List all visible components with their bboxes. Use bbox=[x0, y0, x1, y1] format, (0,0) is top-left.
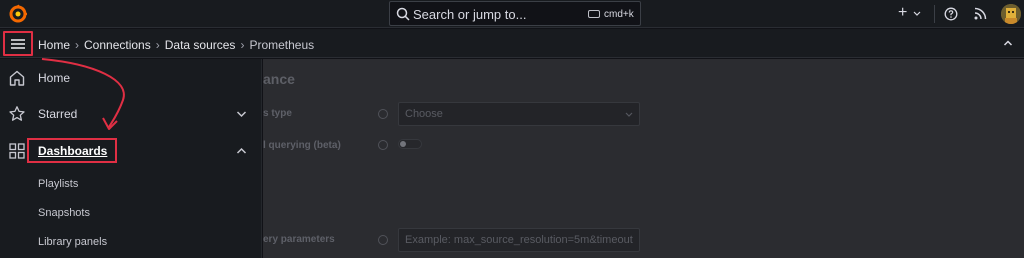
info-icon bbox=[378, 235, 388, 245]
field-label-type: s type bbox=[263, 108, 292, 119]
info-icon bbox=[378, 140, 388, 150]
chevron-down-icon[interactable] bbox=[236, 110, 247, 118]
sidebar-subitem-playlists[interactable]: Playlists bbox=[38, 178, 78, 190]
sidebar-item-home[interactable]: Home bbox=[0, 63, 262, 93]
chevron-down-icon[interactable] bbox=[913, 10, 921, 18]
plus-icon[interactable]: + bbox=[898, 4, 907, 32]
field-label-querying: l querying (beta) bbox=[263, 140, 341, 151]
apps-icon bbox=[9, 143, 25, 159]
sidebar-item-label: Home bbox=[38, 71, 71, 85]
field-label-query-params: ery parameters bbox=[263, 234, 335, 245]
breadcrumb-home[interactable]: Home bbox=[38, 38, 70, 52]
help-icon[interactable] bbox=[944, 7, 958, 21]
search-icon bbox=[396, 7, 410, 21]
chevron-up-icon[interactable] bbox=[236, 147, 247, 155]
section-title: ance bbox=[263, 71, 295, 87]
top-bar: Search or jump to... cmd+k + bbox=[0, 0, 1024, 28]
query-params-placeholder: Example: max_source_resolution=5m&timeou… bbox=[405, 234, 633, 246]
querying-toggle[interactable] bbox=[398, 139, 422, 149]
type-select[interactable]: Choose bbox=[398, 102, 640, 126]
sidebar-item-starred[interactable]: Starred bbox=[0, 99, 262, 129]
type-select-value: Choose bbox=[405, 108, 443, 120]
breadcrumb-separator: › bbox=[155, 37, 160, 52]
sidebar-item-label: Starred bbox=[38, 107, 78, 121]
breadcrumb-separator: › bbox=[75, 37, 80, 52]
breadcrumb-separator: › bbox=[240, 37, 245, 52]
toggle-knob bbox=[400, 141, 406, 147]
breadcrumb-data-sources[interactable]: Data sources bbox=[165, 38, 236, 52]
dashboards-highlight-box bbox=[27, 138, 117, 163]
search-shortcut: cmd+k bbox=[604, 9, 634, 20]
sidebar-subitem-snapshots[interactable]: Snapshots bbox=[38, 207, 90, 219]
star-icon bbox=[9, 106, 25, 121]
rss-icon[interactable] bbox=[974, 7, 987, 20]
keyboard-icon bbox=[588, 10, 600, 18]
hamburger-icon bbox=[11, 39, 25, 49]
grafana-logo-icon[interactable] bbox=[8, 4, 28, 24]
user-avatar[interactable] bbox=[1001, 4, 1021, 24]
query-params-input[interactable]: Example: max_source_resolution=5m&timeou… bbox=[398, 228, 640, 252]
breadcrumb-bar: Home › Connections › Data sources › Prometheus bbox=[0, 29, 1024, 58]
search-placeholder: Search or jump to... bbox=[413, 7, 527, 22]
sidebar-subitem-library-panels[interactable]: Library panels bbox=[38, 236, 107, 248]
main-content: ance s type Choose l querying (beta) ery… bbox=[263, 59, 1024, 258]
divider bbox=[934, 5, 935, 23]
chevron-up-icon[interactable] bbox=[1003, 39, 1013, 47]
menu-toggle-button[interactable] bbox=[3, 31, 33, 56]
info-icon bbox=[378, 109, 388, 119]
search-bar[interactable]: Search or jump to... cmd+k bbox=[389, 1, 641, 26]
home-icon bbox=[9, 70, 25, 86]
chevron-down-icon bbox=[625, 112, 633, 117]
breadcrumb: Home › Connections › Data sources › Prometheus bbox=[38, 37, 314, 52]
avatar-icon bbox=[1001, 4, 1021, 24]
breadcrumb-connections[interactable]: Connections bbox=[84, 38, 151, 52]
breadcrumb-current: Prometheus bbox=[249, 37, 315, 52]
